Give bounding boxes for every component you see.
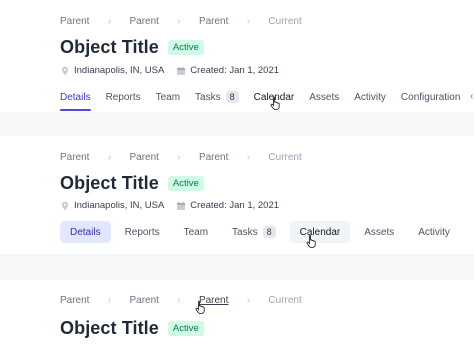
tab-calendar[interactable]: Calendar: [254, 92, 295, 103]
tab-bar: Details Reports Team Tasks 8 Calendar Ass…: [60, 221, 460, 243]
tab-tasks[interactable]: Tasks 8: [195, 91, 239, 103]
location-text: Indianapolis, IN, USA: [74, 200, 165, 211]
breadcrumb-item[interactable]: Parent: [199, 16, 228, 27]
chevron-right-icon: ›: [107, 295, 112, 306]
chevron-right-icon: ›: [177, 152, 181, 163]
chevron-right-icon: ›: [246, 16, 251, 27]
tab-details[interactable]: Details: [60, 221, 111, 243]
breadcrumb-item[interactable]: Parent: [199, 295, 228, 306]
meta-row: Indianapolis, IN, USA Created: Jan 1, 20…: [60, 200, 279, 211]
chevron-right-icon: ›: [177, 16, 181, 27]
title-row: Object Title Active: [60, 37, 204, 58]
tab-activity[interactable]: Activity: [354, 92, 386, 103]
breadcrumb-item[interactable]: Parent: [60, 16, 89, 27]
breadcrumb: Parent › Parent › Parent › Current: [60, 152, 302, 163]
breadcrumb-item[interactable]: Parent: [199, 152, 228, 163]
calendar-icon: [176, 66, 186, 76]
page-title: Object Title: [60, 37, 159, 57]
tab-details[interactable]: Details: [60, 92, 91, 111]
tab-team[interactable]: Team: [174, 221, 218, 243]
tab-reports[interactable]: Reports: [106, 92, 141, 103]
breadcrumb-current: Current: [268, 16, 302, 27]
tab-bar: Details Reports Team Tasks 8 Calendar Ass…: [60, 91, 460, 111]
chevron-right-icon: ›: [246, 295, 251, 306]
breadcrumb-item[interactable]: Parent: [60, 152, 89, 163]
section-divider: [0, 254, 474, 280]
tasks-count-badge: 8: [262, 226, 276, 238]
breadcrumb: Parent › Parent › Parent › Current: [60, 295, 302, 306]
location-pin-icon: [60, 201, 70, 211]
chevron-right-icon: ›: [177, 295, 181, 306]
chevron-right-icon: ›: [246, 152, 251, 163]
title-row: Object Title Active: [60, 318, 204, 339]
breadcrumb-current: Current: [268, 295, 302, 306]
chevron-right-icon: ›: [107, 152, 112, 163]
chevron-right-icon: ›: [107, 16, 112, 27]
meta-row: Indianapolis, IN, USA Created: Jan 1, 20…: [60, 65, 279, 76]
breadcrumb-current: Current: [268, 152, 302, 163]
breadcrumb-item[interactable]: Parent: [60, 295, 89, 306]
tab-tasks[interactable]: Tasks 8: [222, 221, 286, 243]
tab-calendar[interactable]: Calendar: [289, 221, 351, 243]
status-badge: Active: [167, 40, 204, 55]
header-variant-underline-tabs: Parent › Parent › Parent › Current Objec…: [0, 0, 474, 112]
title-row: Object Title Active: [60, 173, 204, 194]
status-badge: Active: [167, 321, 204, 336]
chevron-left-icon[interactable]: ‹: [470, 91, 473, 102]
tab-assets[interactable]: Assets: [354, 221, 404, 243]
created-date: Created: Jan 1, 2021: [190, 200, 280, 211]
tab-team[interactable]: Team: [156, 92, 180, 103]
tab-label: Tasks: [232, 226, 258, 238]
breadcrumb-item[interactable]: Parent: [129, 295, 158, 306]
status-badge: Active: [167, 176, 204, 191]
page-title: Object Title: [60, 173, 159, 193]
breadcrumb: Parent › Parent › Parent › Current: [60, 16, 302, 27]
breadcrumb-item[interactable]: Parent: [129, 152, 158, 163]
header-variant-pill-tabs: Parent › Parent › Parent › Current Objec…: [0, 136, 474, 254]
breadcrumb-item[interactable]: Parent: [129, 16, 158, 27]
tab-assets[interactable]: Assets: [309, 92, 339, 103]
page-title: Object Title: [60, 318, 159, 338]
tab-configuration[interactable]: Configuration: [401, 92, 460, 103]
calendar-icon: [176, 201, 186, 211]
section-divider: [0, 112, 474, 136]
tab-activity[interactable]: Activity: [408, 221, 460, 243]
tasks-count-badge: 8: [225, 91, 239, 103]
created-date: Created: Jan 1, 2021: [190, 65, 280, 76]
tab-label: Tasks: [195, 92, 221, 103]
header-variant-breadcrumb-hover: Parent › Parent › Parent › Current Objec…: [0, 280, 474, 355]
location-text: Indianapolis, IN, USA: [74, 65, 165, 76]
location-pin-icon: [60, 66, 70, 76]
tab-reports[interactable]: Reports: [115, 221, 170, 243]
